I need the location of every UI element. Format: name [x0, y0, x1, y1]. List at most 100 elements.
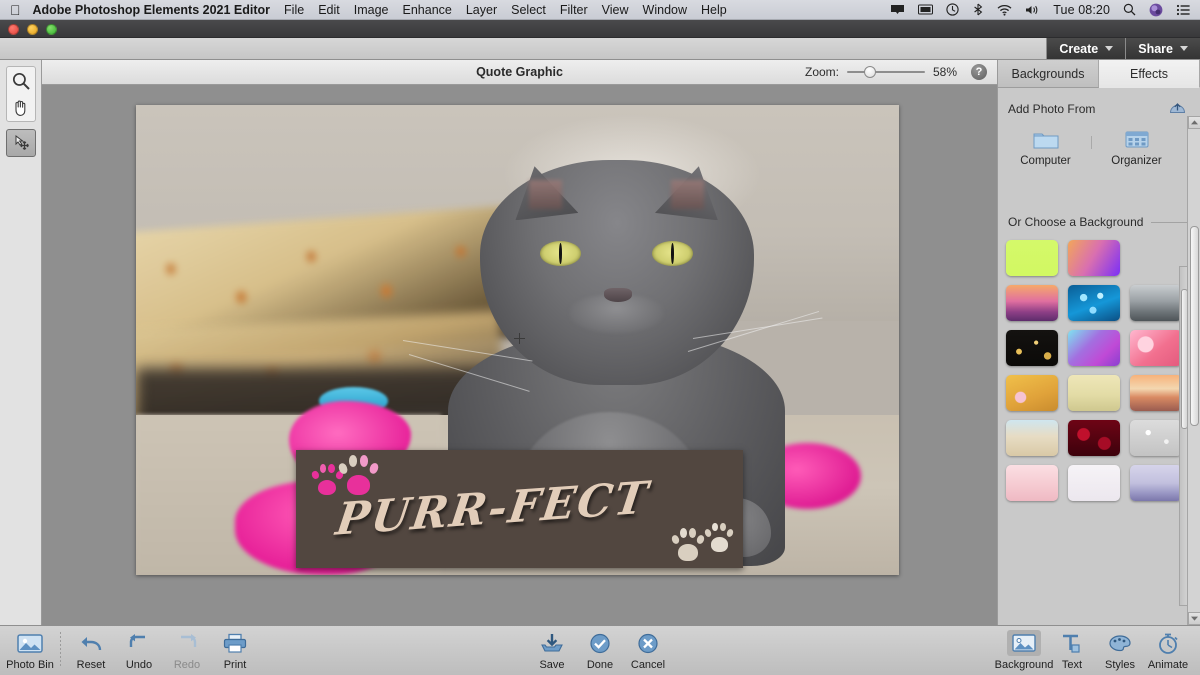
scrollbar-thumb[interactable]	[1190, 226, 1199, 426]
save-button[interactable]: Save	[528, 630, 576, 671]
source-organizer[interactable]: Organizer	[1104, 130, 1170, 167]
share-button[interactable]: Share	[1125, 38, 1200, 59]
paw-print-icon	[337, 453, 380, 498]
background-thumbnail[interactable]	[1068, 375, 1120, 411]
background-thumbnail[interactable]	[1006, 465, 1058, 501]
background-thumbnail[interactable]	[1130, 420, 1182, 456]
move-tool[interactable]	[5, 129, 36, 157]
scroll-down-icon[interactable]	[1188, 612, 1200, 625]
background-thumbnail[interactable]	[1068, 240, 1120, 276]
menu-item-file[interactable]: File	[284, 3, 304, 17]
siri-icon[interactable]	[1149, 3, 1163, 17]
volume-icon[interactable]	[1025, 4, 1040, 16]
background-thumbnail[interactable]	[1006, 285, 1058, 321]
zoom-slider-handle[interactable]	[863, 66, 876, 78]
background-thumbnail[interactable]	[1130, 285, 1182, 321]
reset-icon	[74, 630, 108, 656]
background-thumbnail[interactable]	[1130, 465, 1182, 501]
zoom-value: 58%	[933, 65, 958, 79]
background-grid[interactable]	[1006, 236, 1182, 616]
cancel-label: Cancel	[630, 659, 666, 671]
wifi-icon[interactable]	[997, 4, 1012, 16]
menu-item-help[interactable]: Help	[701, 3, 727, 17]
close-button[interactable]	[8, 24, 19, 35]
tool-strip	[0, 60, 42, 625]
background-mode-button[interactable]: Background	[995, 630, 1053, 671]
display-icon[interactable]	[918, 4, 934, 16]
zoom-tool[interactable]	[7, 67, 35, 94]
tab-effects[interactable]: Effects	[1099, 60, 1200, 88]
time-machine-icon[interactable]	[946, 3, 959, 16]
background-thumbnail[interactable]	[1130, 330, 1182, 366]
photo-bin-label: Photo Bin	[6, 659, 54, 671]
menu-item-image[interactable]: Image	[354, 3, 389, 17]
menu-item-filter[interactable]: Filter	[560, 3, 588, 17]
create-label: Create	[1059, 41, 1099, 56]
minimize-button[interactable]	[27, 24, 38, 35]
create-button[interactable]: Create	[1046, 38, 1126, 59]
panel-scrollbar[interactable]	[1187, 116, 1200, 625]
paw-print-icon	[670, 526, 706, 564]
airplay-icon[interactable]	[890, 4, 905, 16]
tab-backgrounds[interactable]: Backgrounds	[998, 60, 1099, 88]
background-thumbnail[interactable]	[1006, 330, 1058, 366]
share-label: Share	[1138, 41, 1173, 56]
redo-button[interactable]: Redo	[163, 630, 211, 671]
menu-item-select[interactable]: Select	[511, 3, 546, 17]
scroll-up-icon[interactable]	[1188, 116, 1200, 129]
search-icon[interactable]	[1123, 3, 1136, 16]
background-thumbnail[interactable]	[1130, 375, 1182, 411]
styles-mode-button[interactable]: Styles	[1096, 630, 1144, 671]
background-label: Background	[994, 659, 1054, 671]
print-button[interactable]: Print	[211, 630, 259, 671]
cancel-button[interactable]: Cancel	[624, 630, 672, 671]
menu-item-enhance[interactable]: Enhance	[403, 3, 452, 17]
cursor-crosshair	[514, 332, 526, 344]
reset-button[interactable]: Reset	[67, 630, 115, 671]
menu-item-view[interactable]: View	[602, 3, 629, 17]
cat-pupil-right	[671, 242, 675, 264]
undo-icon	[122, 630, 156, 656]
source-computer[interactable]: Computer	[1013, 130, 1079, 167]
menu-item-window[interactable]: Window	[643, 3, 687, 17]
background-thumbnail[interactable]	[1006, 420, 1058, 456]
menu-bar-clock[interactable]: Tue 08:20	[1053, 3, 1110, 17]
quote-banner[interactable]: PURR-FECT	[296, 450, 743, 568]
background-thumbnail[interactable]	[1068, 420, 1120, 456]
bluetooth-icon[interactable]	[972, 3, 984, 16]
hand-tool[interactable]	[7, 94, 35, 121]
background-thumbnail[interactable]	[1068, 465, 1120, 501]
add-photo-label: Add Photo From	[1008, 102, 1096, 116]
done-button[interactable]: Done	[576, 630, 624, 671]
text-mode-button[interactable]: Text	[1048, 630, 1096, 671]
menu-item-edit[interactable]: Edit	[318, 3, 340, 17]
background-thumbnail[interactable]	[1068, 330, 1120, 366]
photo-bin-button[interactable]: Photo Bin	[6, 630, 54, 671]
help-button[interactable]: ?	[971, 64, 987, 80]
application-window:  Adobe Photoshop Elements 2021 Editor F…	[0, 0, 1200, 675]
styles-icon	[1103, 630, 1137, 656]
background-thumbnail[interactable]	[1006, 240, 1058, 276]
artboard[interactable]: PURR-FECT	[136, 105, 899, 575]
background-thumbnail[interactable]	[1068, 285, 1120, 321]
panel-tabs: Backgrounds Effects	[998, 60, 1200, 88]
save-icon	[535, 630, 569, 656]
zoom-slider[interactable]	[847, 66, 925, 78]
control-center-icon[interactable]	[1176, 4, 1190, 16]
cat-ear-inner-right	[671, 179, 705, 210]
document-header: Quote Graphic Zoom: 58% ?	[42, 60, 997, 85]
apple-logo-icon[interactable]: 	[10, 3, 21, 17]
animate-mode-button[interactable]: Animate	[1144, 630, 1192, 671]
canvas-area[interactable]: PURR-FECT	[42, 85, 997, 625]
bottom-left-group: Photo Bin Reset Undo Redo Print	[6, 630, 259, 671]
background-thumbnail[interactable]	[1006, 375, 1058, 411]
menu-bar-status-area: Tue 08:20	[890, 3, 1200, 17]
divider	[1151, 221, 1188, 223]
zoom-button[interactable]	[46, 24, 57, 35]
undo-button[interactable]: Undo	[115, 630, 163, 671]
upload-icon[interactable]	[1169, 100, 1186, 117]
zoom-label: Zoom:	[804, 65, 839, 79]
bottom-right-group: Background Text Styles Animate	[995, 630, 1192, 671]
menu-app-name[interactable]: Adobe Photoshop Elements 2021 Editor	[33, 3, 271, 17]
menu-item-layer[interactable]: Layer	[466, 3, 497, 17]
